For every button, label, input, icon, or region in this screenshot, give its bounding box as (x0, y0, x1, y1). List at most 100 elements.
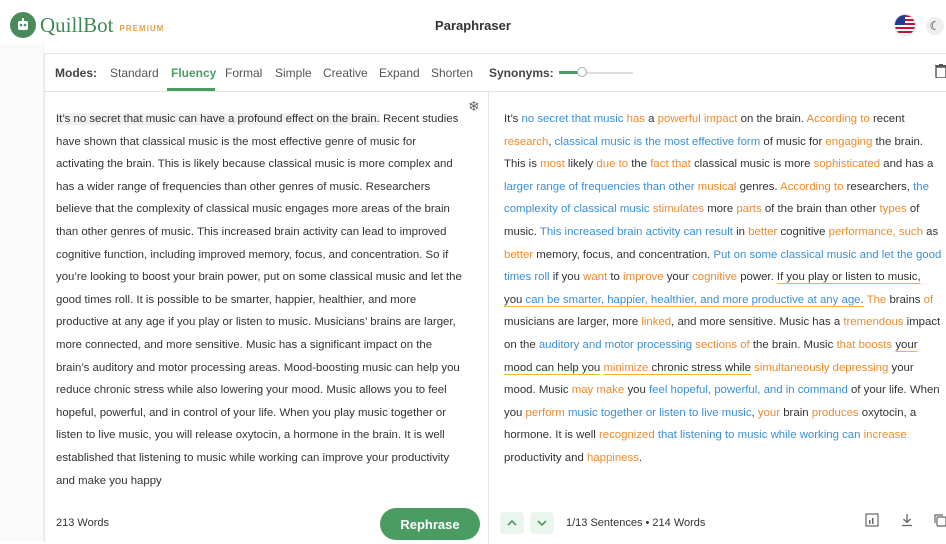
changed-segment[interactable]: produces (812, 407, 859, 419)
output-segment: in (732, 225, 749, 238)
changed-segment[interactable]: better (504, 249, 533, 261)
changed-segment[interactable]: chronic stress while (648, 362, 751, 374)
changed-segment[interactable]: tremendous (843, 316, 903, 328)
active-mode-indicator (167, 88, 215, 91)
synonyms-slider-fill (559, 71, 579, 74)
download-icon[interactable] (898, 513, 916, 531)
chevron-down-icon (537, 520, 547, 526)
changed-segment[interactable]: performance, such (829, 226, 923, 238)
changed-segment[interactable]: has (627, 113, 645, 125)
changed-segment[interactable]: want (583, 271, 607, 283)
output-segment: brain (780, 406, 812, 419)
top-bar: QuillBot PREMIUM Paraphraser ☾ (0, 8, 946, 44)
trash-icon[interactable] (935, 64, 946, 80)
synonyms-slider-thumb[interactable] (577, 67, 587, 77)
input-remaining-text: Recent studies have shown that classical… (56, 113, 462, 487)
output-segment: cognitive (777, 225, 829, 238)
output-segment: genres. (736, 180, 781, 193)
output-segment: classical music is more (690, 158, 814, 171)
changed-segment[interactable]: music together or listen to live music (568, 407, 752, 419)
changed-segment[interactable]: The (867, 294, 887, 306)
changed-segment[interactable]: cognitive (692, 271, 737, 283)
output-sentence-count: 1/13 Sentences • 214 Words (566, 517, 706, 529)
output-segment: to (607, 271, 624, 284)
input-textarea[interactable]: It’s no secret that music can have a pro… (56, 108, 466, 492)
mode-formal[interactable]: Formal (225, 66, 262, 80)
changed-segment[interactable]: classical music is the most effective (555, 136, 735, 148)
mode-simple[interactable]: Simple (275, 66, 312, 80)
changed-segment[interactable]: minimize (603, 362, 648, 374)
changed-segment[interactable]: auditory and motor processing (539, 339, 692, 351)
page-title: Paraphraser (435, 18, 511, 33)
mode-creative[interactable]: Creative (323, 66, 368, 80)
output-segment: on the brain. (737, 113, 807, 125)
changed-segment[interactable]: that listening to music while working ca… (658, 429, 861, 441)
changed-segment[interactable]: sections of (695, 339, 749, 351)
changed-segment[interactable]: linked (641, 316, 671, 328)
changed-segment[interactable]: recognized (599, 429, 655, 441)
output-segment: your (663, 271, 693, 284)
changed-segment[interactable]: According to (806, 113, 869, 125)
output-segment: memory, focus, and concentration. (533, 248, 714, 261)
changed-segment[interactable]: perform (526, 407, 565, 419)
changed-segment[interactable]: no secret that music (522, 113, 624, 125)
changed-segment[interactable]: engaging (825, 136, 872, 148)
output-segment: likely (564, 158, 597, 171)
changed-segment[interactable]: form (737, 136, 760, 148)
changed-segment[interactable]: types (879, 203, 906, 215)
changed-segment[interactable]: research (504, 136, 548, 148)
changed-segment[interactable]: your (758, 407, 780, 419)
changed-segment[interactable]: sophisticated (814, 158, 881, 170)
mode-fluency[interactable]: Fluency (171, 66, 216, 80)
output-text[interactable]: It’s no secret that music has a powerful… (504, 108, 942, 470)
changed-segment[interactable]: This increased brain activity can result (540, 226, 733, 238)
left-sidebar (0, 44, 44, 541)
output-segment: of the brain than other (761, 203, 880, 216)
changed-segment[interactable]: powerful impact (658, 113, 738, 125)
mode-shorten[interactable]: Shorten (431, 66, 473, 80)
us-flag-icon[interactable] (894, 14, 916, 36)
changed-segment[interactable]: due to (596, 158, 628, 170)
changed-segment[interactable]: can be smarter, happier, healthier, and … (526, 294, 861, 306)
changed-segment[interactable]: increase (864, 429, 907, 441)
changed-segment[interactable]: feel hopeful, powerful, and in command (649, 384, 848, 396)
output-segment: of music for (760, 135, 826, 148)
rephrase-button[interactable]: Rephrase (380, 508, 480, 540)
output-segment: the brain. Music (749, 338, 837, 351)
output-segment: a (645, 113, 658, 125)
changed-segment[interactable]: musical (698, 181, 737, 193)
changed-segment[interactable]: most (540, 158, 565, 170)
changed-segment[interactable]: According to (780, 181, 843, 193)
mode-standard[interactable]: Standard (110, 66, 159, 80)
previous-sentence-button[interactable] (500, 512, 524, 534)
changed-segment[interactable]: parts (736, 203, 761, 215)
changed-segment[interactable]: simultaneously depressing (754, 362, 888, 374)
output-segment: more (704, 203, 737, 216)
output-segment: researchers, (843, 180, 914, 193)
output-segment: as (922, 225, 939, 238)
output-segment: the (628, 158, 651, 171)
statistics-icon[interactable] (863, 513, 881, 531)
mode-expand[interactable]: Expand (379, 66, 420, 80)
changed-segment[interactable]: fact that (650, 158, 691, 170)
output-segment: if you (549, 271, 584, 284)
next-sentence-button[interactable] (530, 512, 554, 534)
changed-segment[interactable]: that boosts (836, 339, 892, 351)
changed-segment[interactable]: of (924, 294, 934, 306)
changed-segment[interactable]: improve (623, 271, 664, 283)
changed-segment[interactable]: may make (572, 384, 625, 396)
output-segment: musicians are larger, more (504, 316, 642, 329)
chevron-up-icon (507, 520, 517, 526)
changed-segment[interactable]: happiness (587, 452, 639, 464)
moon-icon[interactable]: ☾ (926, 17, 944, 35)
changed-segment[interactable]: larger range of frequencies than other (504, 181, 695, 193)
pane-divider (488, 92, 489, 544)
copy-icon[interactable] (931, 513, 946, 531)
changed-segment[interactable]: stimulates (653, 203, 704, 215)
synonyms-label: Synonyms: (489, 66, 554, 80)
output-segment: power. (737, 271, 777, 284)
changed-segment[interactable]: better (748, 226, 777, 238)
freeze-words-icon[interactable]: ❄ (468, 98, 480, 115)
paraphraser-panel: Modes: Standard Fluency Formal Simple Cr… (44, 53, 946, 544)
output-segment: brains (886, 293, 924, 306)
